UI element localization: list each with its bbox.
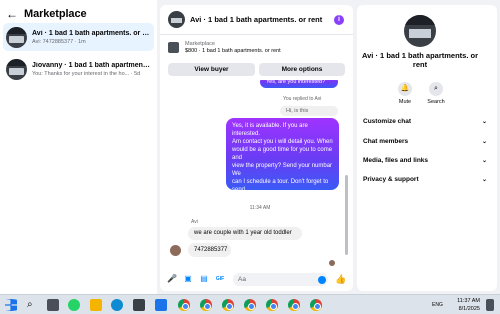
message-line: can I schedule a tour. Don't forget to s…	[232, 179, 329, 193]
chat-panel: Avi · 1 bad 1 bath apartments. or rent i…	[160, 5, 353, 291]
listing-image[interactable]	[168, 42, 179, 53]
message-line: Yes, it is available. If you are interes…	[232, 123, 308, 137]
message-composer: 🎤 ▣ ▤ GIF Aa 👍	[160, 268, 353, 291]
conversation-item-jiovanny[interactable]: Jiovanny · 1 bad 1 bath apartments... Yo…	[3, 55, 154, 83]
quoted-message: Hi, is this available?	[280, 106, 338, 124]
message-line: Am contact you i will detail you. When	[232, 139, 333, 145]
mute-label: Mute	[398, 99, 412, 105]
chevron-down-icon: ⌄	[481, 119, 487, 125]
conversation-snippet: You: Thanks for your interest in the ho.…	[32, 70, 141, 77]
page-title: Marketplace	[24, 8, 87, 20]
thumbs-up-sticker-icon[interactable]: ▣	[183, 274, 193, 284]
search-button[interactable]: ⌕ Search	[421, 82, 451, 105]
section-label: Media, files and links	[363, 157, 429, 164]
replied-note: You replied to Avi	[283, 96, 322, 102]
clock[interactable]: 11:37 AM 8/1/2025	[448, 297, 480, 313]
search-icon[interactable]: ⌕	[27, 299, 39, 311]
privacy-support-row[interactable]: Privacy & support ⌄	[363, 174, 487, 186]
chrome-icon[interactable]	[266, 299, 278, 311]
seen-avatar	[329, 260, 335, 266]
task-view-icon[interactable]	[47, 299, 59, 311]
mute-button[interactable]: 🔔 Mute	[390, 82, 420, 105]
emoji-icon[interactable]	[318, 276, 326, 284]
listing-summary: Marketplace $800 · 1 bad 1 bath apartmen…	[160, 40, 353, 80]
listing-price-title[interactable]: $800 · 1 bad 1 bath apartments. or rent	[185, 48, 281, 54]
listing-avatar	[404, 15, 436, 47]
message-input[interactable]: Aa	[233, 273, 328, 286]
message-bubble-incoming: we are couple with 1 year old toddler	[188, 227, 302, 240]
gif-icon[interactable]: GIF	[215, 274, 225, 284]
conversation-snippet: Avi: 7472885377 · 1m	[32, 38, 86, 45]
app-icon[interactable]	[155, 299, 167, 311]
chrome-icon[interactable]	[288, 299, 300, 311]
clock-time: 11:37 AM	[457, 298, 480, 304]
chrome-icon[interactable]	[244, 299, 256, 311]
chevron-down-icon: ⌄	[481, 139, 487, 145]
search-icon: ⌕	[429, 82, 443, 96]
chevron-down-icon: ⌄	[481, 177, 487, 183]
windows-start-icon[interactable]	[5, 299, 17, 311]
edge-icon[interactable]	[111, 299, 123, 311]
message-thread: Yes, are you interested? You replied to …	[160, 80, 353, 268]
customize-chat-row[interactable]: Customize chat ⌄	[363, 116, 487, 128]
info-icon[interactable]: i	[334, 15, 344, 25]
chat-header: Avi · 1 bad 1 bath apartments. or rent i	[160, 5, 353, 35]
media-files-links-row[interactable]: Media, files and links ⌄	[363, 155, 487, 167]
chat-members-row[interactable]: Chat members ⌄	[363, 136, 487, 148]
whatsapp-icon[interactable]	[68, 299, 80, 311]
message-timestamp: 11:34 AM	[249, 205, 271, 211]
windows-taskbar: ⌕ ENG 11:37 AM 8/1/2025	[0, 294, 500, 314]
file-explorer-icon[interactable]	[90, 299, 102, 311]
listing-thumbnail	[6, 58, 27, 80]
listing-thumbnail	[6, 26, 27, 48]
chrome-icon[interactable]	[200, 299, 212, 311]
message-bubble-outgoing: Yes, are you interested?	[260, 80, 338, 88]
input-language[interactable]: ENG	[432, 302, 443, 308]
listing-source: Marketplace	[185, 41, 215, 47]
conversation-item-avi[interactable]: Avi · 1 bad 1 bath apartments. or r... A…	[3, 23, 154, 51]
view-buyer-button[interactable]: View buyer	[168, 63, 255, 76]
chat-title[interactable]: Avi · 1 bad 1 bath apartments. or rent	[190, 15, 322, 24]
chevron-down-icon: ⌄	[481, 158, 487, 164]
message-bubble-outgoing: Yes, it is available. If you are interes…	[226, 118, 339, 233]
conversation-details-panel: Avi · 1 bad 1 bath apartments. or rent 🔔…	[357, 5, 497, 291]
chrome-icon[interactable]	[310, 299, 322, 311]
message-bubble-incoming: 7472885377	[188, 243, 231, 257]
bell-icon: 🔔	[398, 82, 412, 96]
more-options-button[interactable]: More options	[259, 63, 345, 76]
section-label: Customize chat	[363, 118, 412, 125]
section-label: Chat members	[363, 138, 409, 145]
scrollbar-thumb[interactable]	[345, 175, 348, 255]
conversation-name: Avi · 1 bad 1 bath apartments. or r...	[32, 29, 150, 37]
chat-scrollbar[interactable]	[345, 95, 348, 265]
message-line: contact you).** Self-Guided Tours Only.	[232, 211, 321, 225]
conversation-name: Jiovanny · 1 bad 1 bath apartments...	[32, 61, 150, 69]
details-name-text: Avi · 1 bad 1 bath apartments. or rent	[362, 51, 478, 69]
chat-avatar[interactable]	[168, 11, 185, 28]
conversation-list-panel: ← Marketplace Avi · 1 bad 1 bath apartme…	[0, 0, 157, 294]
notification-icon[interactable]	[486, 299, 494, 311]
message-line: would be a good time for you to come and	[232, 147, 333, 161]
microphone-icon[interactable]: 🎤	[167, 274, 177, 284]
details-name: Avi · 1 bad 1 bath apartments. or rent	[357, 51, 483, 69]
message-line: view the property? Send your numbar We	[232, 163, 333, 177]
arrow-left-icon[interactable]: ←	[6, 8, 18, 20]
sender-name: Avi	[191, 219, 198, 225]
app-icon[interactable]	[133, 299, 145, 311]
like-icon[interactable]: 👍	[335, 274, 346, 285]
image-icon[interactable]: ▤	[199, 274, 209, 284]
marketplace-header: ← Marketplace	[6, 7, 87, 21]
section-label: Privacy & support	[363, 176, 419, 183]
search-label: Search	[427, 99, 445, 105]
clock-date: 8/1/2025	[458, 306, 480, 312]
chrome-icon[interactable]	[178, 299, 190, 311]
sender-avatar[interactable]	[170, 245, 181, 256]
chrome-icon[interactable]	[222, 299, 234, 311]
